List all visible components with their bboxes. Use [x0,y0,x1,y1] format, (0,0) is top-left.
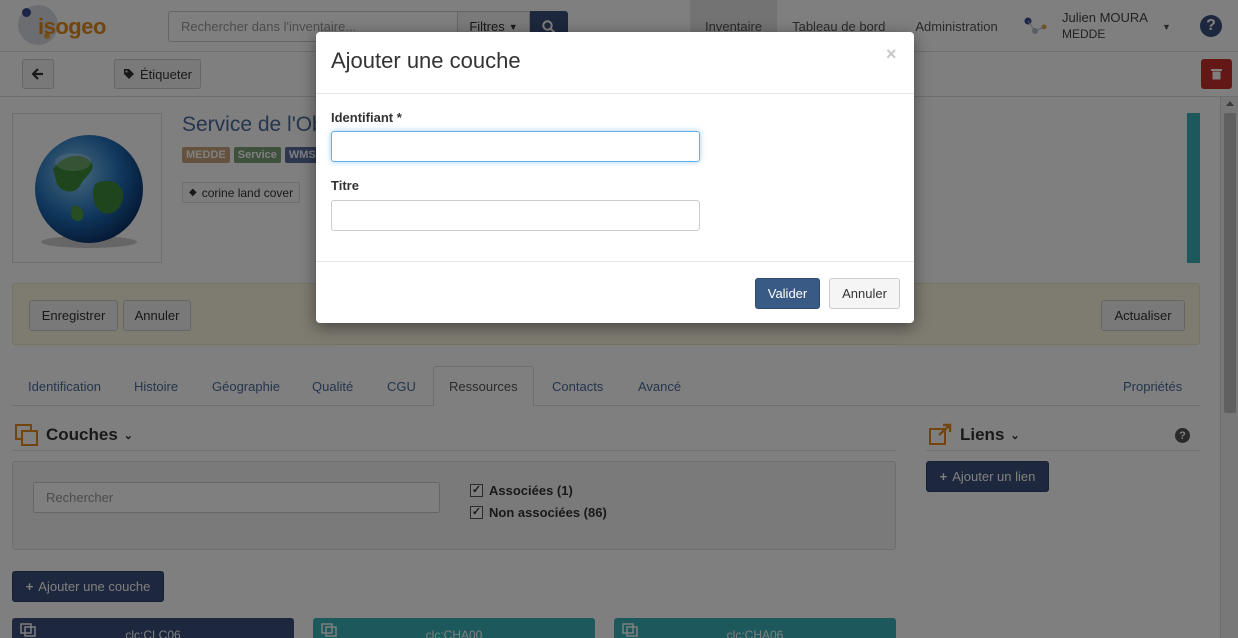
identifier-input[interactable] [331,131,700,162]
title-input[interactable] [331,200,700,231]
modal-title: Ajouter une couche [331,48,521,73]
title-label: Titre [331,178,359,193]
add-layer-modal: Ajouter une couche × Identifiant * Titre… [316,32,914,323]
modal-cancel-button[interactable]: Annuler [829,278,900,309]
submit-button[interactable]: Valider [755,278,820,309]
close-icon[interactable]: × [886,44,897,65]
identifier-label: Identifiant * [331,110,402,125]
modal-footer: Valider Annuler [316,261,914,323]
modal-header: Ajouter une couche × [316,32,914,94]
